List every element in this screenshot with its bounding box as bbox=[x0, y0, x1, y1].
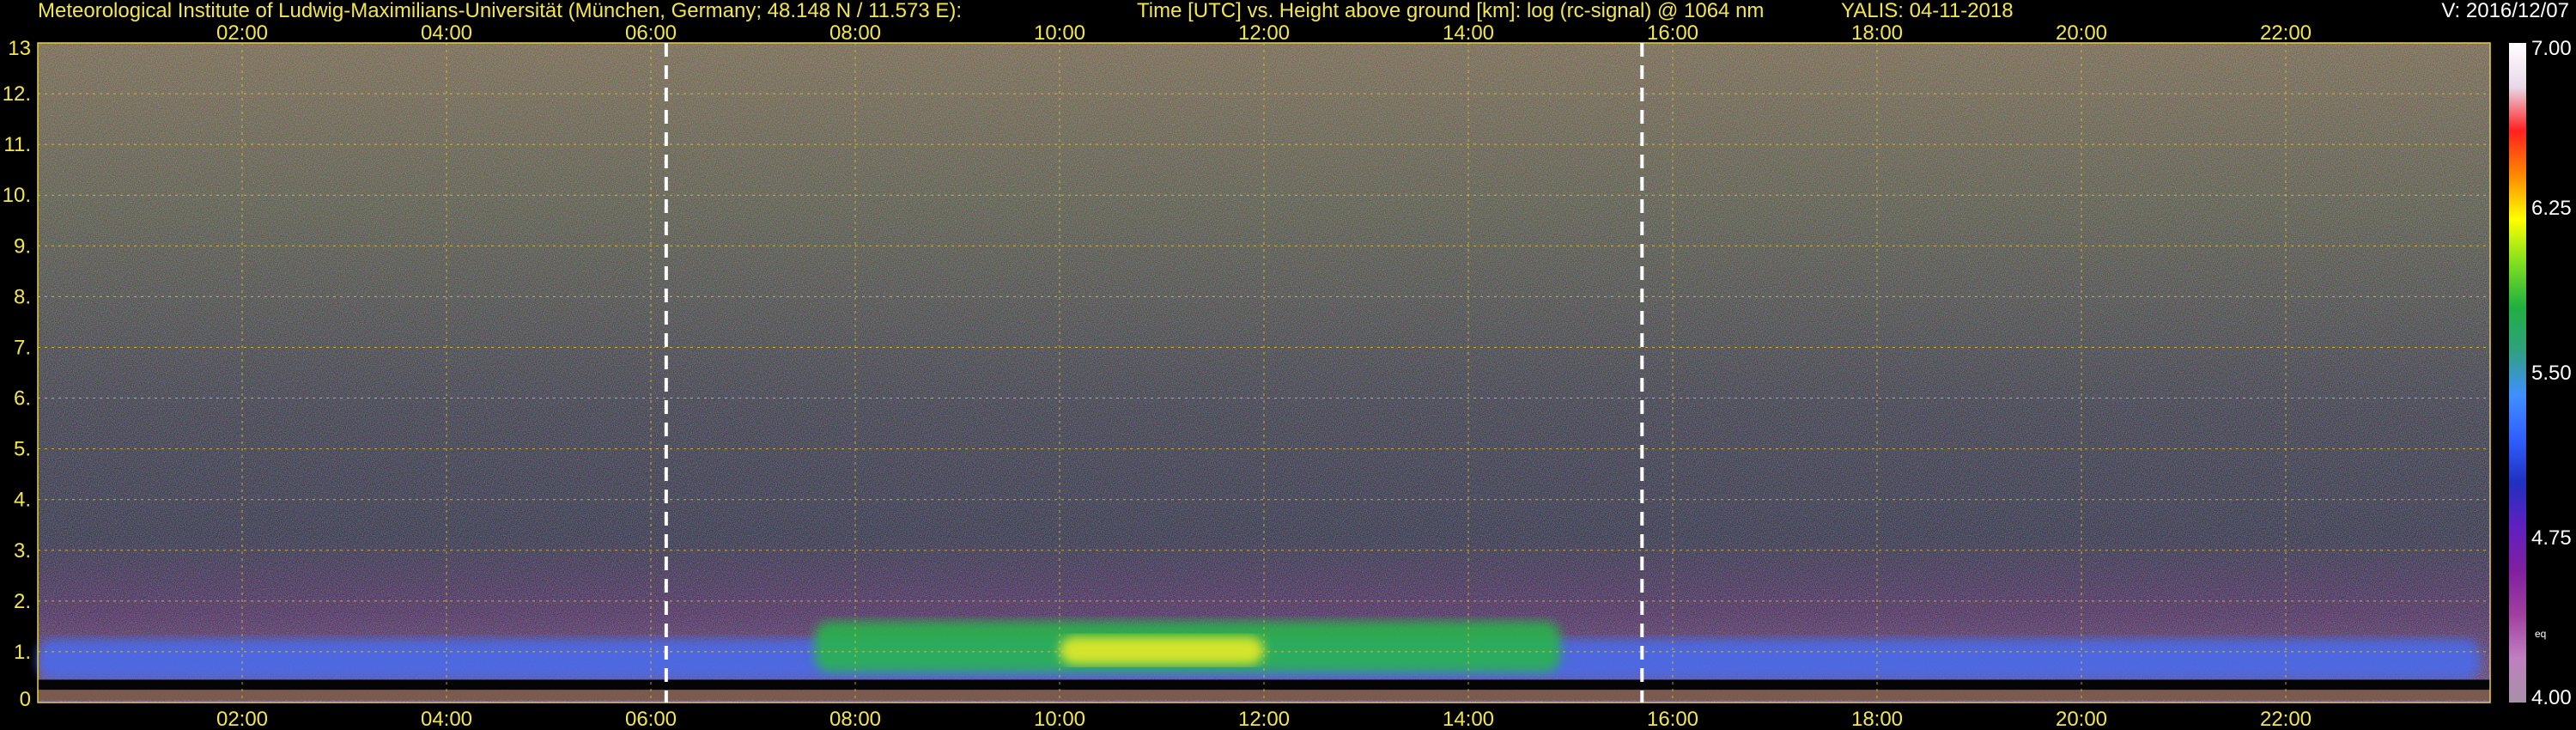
y-tick-label: 3. bbox=[14, 539, 31, 563]
y-tick-label: 10. bbox=[3, 184, 31, 207]
colorbar: 7.00 6.25 5.50 4.75 4.00 eq bbox=[2509, 37, 2572, 709]
y-tick-label: 11. bbox=[3, 133, 31, 156]
y-tick-label: 7. bbox=[14, 336, 31, 359]
y-tick-label: 6. bbox=[14, 387, 31, 411]
colorbar-scale bbox=[2509, 43, 2526, 703]
x-tick-label-bottom: 02:00 bbox=[216, 708, 268, 730]
x-tick-label-top: 02:00 bbox=[216, 21, 268, 45]
x-tick-label-top: 20:00 bbox=[2056, 21, 2107, 45]
y-tick-label: 2. bbox=[14, 590, 31, 613]
x-tick-label-top: 04:00 bbox=[421, 21, 472, 45]
colorbar-tick-label: 7.00 bbox=[2531, 37, 2572, 60]
x-tick-label-top: 22:00 bbox=[2260, 21, 2312, 45]
y-tick-label: 5. bbox=[14, 438, 31, 461]
x-tick-label-bottom: 20:00 bbox=[2056, 708, 2107, 730]
colorbar-tick-label: 4.75 bbox=[2531, 526, 2572, 550]
y-tick-label: 12. bbox=[3, 82, 31, 106]
core bbox=[1060, 636, 1264, 665]
y-tick-label: 0 bbox=[20, 688, 31, 711]
x-tick-label-bottom: 16:00 bbox=[1647, 708, 1698, 730]
x-tick-label-bottom: 04:00 bbox=[421, 708, 472, 730]
y-tick-label: 4. bbox=[14, 489, 31, 512]
lidar-chart: 02:00 02:00 04:00 04:00 06:00 06:00 08:00 08:00… bbox=[3, 21, 2572, 730]
x-tick-label-top: 10:00 bbox=[1034, 21, 1085, 45]
x-tick-label-top: 18:00 bbox=[1851, 21, 1903, 45]
x-tick-label-bottom: 14:00 bbox=[1443, 708, 1494, 730]
x-tick-label-top: 12:00 bbox=[1238, 21, 1290, 45]
colorbar-tick-label: 5.50 bbox=[2531, 362, 2572, 385]
colorbar-unit: eq bbox=[2535, 628, 2546, 640]
y-tick-label: 13 bbox=[8, 37, 31, 60]
x-tick-label-bottom: 08:00 bbox=[829, 708, 881, 730]
y-tick-label: 1. bbox=[14, 641, 31, 664]
x-tick-label-bottom: 06:00 bbox=[625, 708, 677, 730]
colorbar-tick-label: 6.25 bbox=[2531, 197, 2572, 220]
ground-band bbox=[38, 679, 2490, 690]
y-axis-ticks: 0 1. 2. 3. 4. 5. 6. 7. 8. 9. 10. 11. 12. 13 bbox=[3, 37, 31, 711]
y-tick-label: 8. bbox=[14, 285, 31, 308]
x-tick-label-top: 08:00 bbox=[829, 21, 881, 45]
x-tick-label-top: 06:00 bbox=[625, 21, 677, 45]
x-tick-label-bottom: 22:00 bbox=[2260, 708, 2312, 730]
surface-band bbox=[38, 690, 2490, 701]
x-tick-label-top: 14:00 bbox=[1443, 21, 1494, 45]
x-tick-label-bottom: 18:00 bbox=[1851, 708, 1903, 730]
x-tick-label-bottom: 10:00 bbox=[1034, 708, 1085, 730]
x-tick-label-bottom: 12:00 bbox=[1238, 708, 1290, 730]
y-tick-label: 9. bbox=[14, 234, 31, 258]
x-tick-label-top: 16:00 bbox=[1647, 21, 1698, 45]
colorbar-tick-label: 4.00 bbox=[2531, 686, 2572, 709]
